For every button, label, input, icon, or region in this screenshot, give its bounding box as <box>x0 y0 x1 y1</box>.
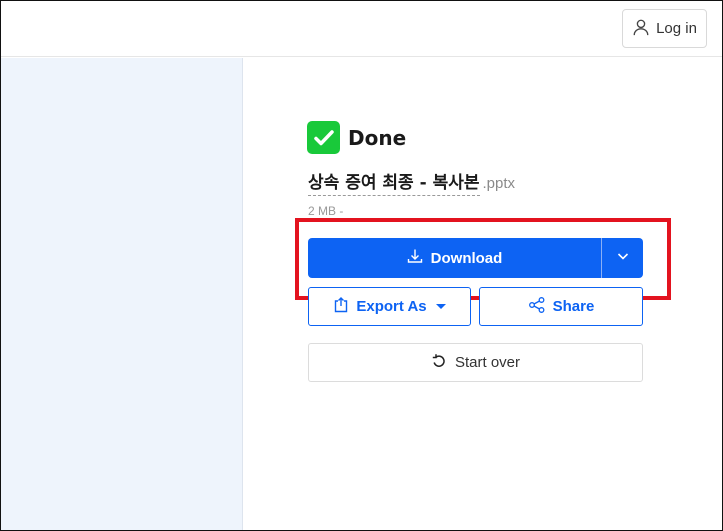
restart-icon <box>431 353 447 373</box>
status-label: Done <box>348 125 407 150</box>
start-over-label: Start over <box>454 354 521 371</box>
export-icon <box>333 296 349 317</box>
file-extension: .pptx <box>482 175 516 192</box>
export-as-button[interactable]: Export As <box>308 287 471 326</box>
share-label: Share <box>552 298 595 315</box>
user-icon <box>632 18 650 40</box>
status-row: Done <box>307 121 406 154</box>
start-over-button[interactable]: Start over <box>308 343 643 382</box>
sidebar <box>1 58 243 530</box>
checkmark-icon <box>307 121 340 154</box>
export-label: Export As <box>356 298 427 315</box>
login-button[interactable]: Log in <box>622 9 707 48</box>
file-name[interactable]: 상속 증여 최종 - 복사본 <box>308 168 480 196</box>
share-button[interactable]: Share <box>479 287 643 326</box>
login-label: Log in <box>656 20 697 37</box>
caret-down-icon <box>435 304 446 309</box>
file-name-row: 상속 증여 최종 - 복사본 .pptx <box>308 168 515 196</box>
share-icon <box>528 296 546 318</box>
top-bar: Log in <box>1 1 722 57</box>
file-size: 2 MB - <box>308 204 344 218</box>
